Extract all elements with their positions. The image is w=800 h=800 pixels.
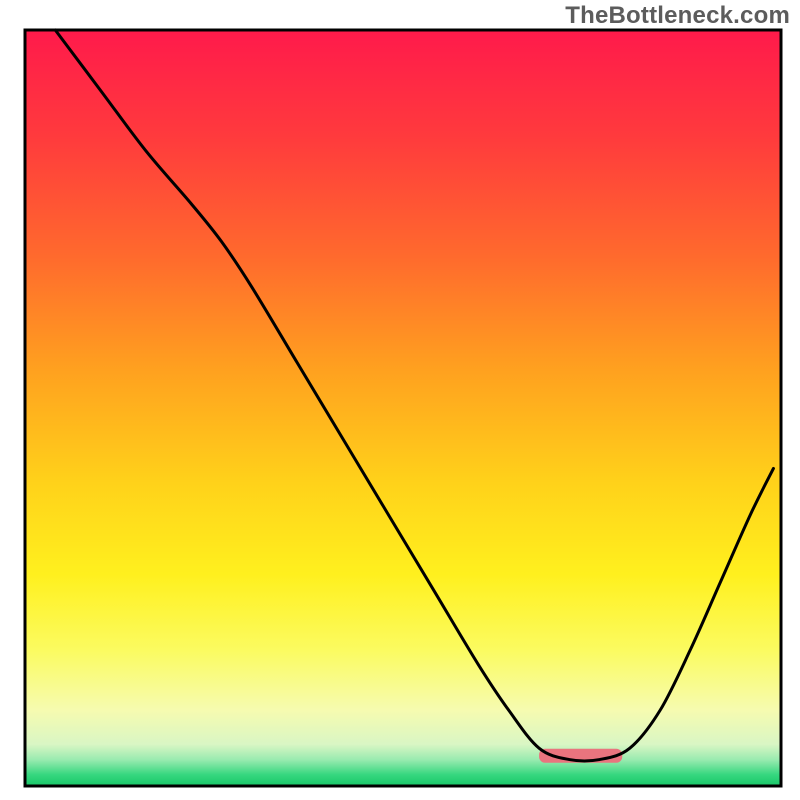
chart-canvas xyxy=(0,0,800,800)
attribution-text: TheBottleneck.com xyxy=(565,2,790,30)
bottleneck-chart: TheBottleneck.com xyxy=(0,0,800,800)
